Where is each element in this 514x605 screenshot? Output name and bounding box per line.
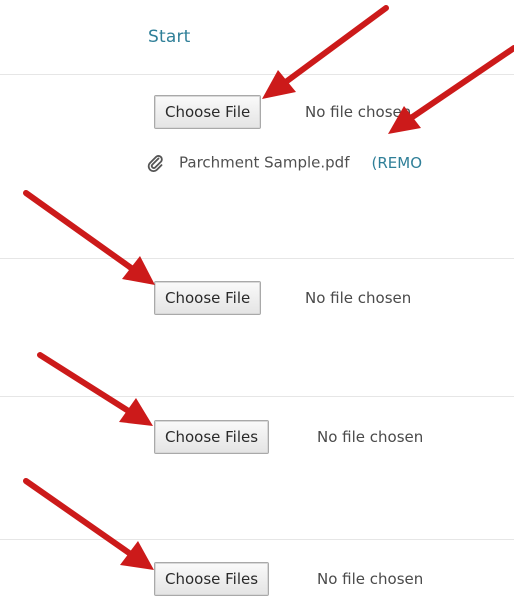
row-divider (0, 396, 514, 397)
choose-files-button[interactable]: Choose Files (154, 420, 270, 454)
file-status-text: No file chosen (305, 289, 412, 307)
row-divider (0, 539, 514, 540)
annotation-arrow-icon (388, 45, 514, 134)
choose-file-button[interactable]: Choose File (154, 95, 262, 129)
annotation-arrow-icon (23, 190, 155, 285)
choose-file-button[interactable]: Choose File (154, 281, 262, 315)
file-status-text: No file chosen (317, 428, 424, 446)
remove-attachment-link[interactable]: (REMO (372, 154, 423, 172)
annotation-arrow-icon (262, 5, 389, 99)
file-status-text: No file chosen (305, 103, 412, 121)
row-divider (0, 258, 514, 259)
row-divider (0, 74, 514, 75)
annotation-arrow-icon (37, 352, 153, 426)
choose-files-button[interactable]: Choose Files (154, 562, 270, 596)
attached-file: Parchment Sample.pdf (REMO (147, 153, 422, 177)
attachment-filename: Parchment Sample.pdf (179, 153, 350, 172)
start-link[interactable]: Start (148, 27, 191, 47)
annotation-arrow-icon (23, 478, 154, 570)
paperclip-icon (147, 154, 163, 172)
file-status-text: No file chosen (317, 570, 424, 588)
